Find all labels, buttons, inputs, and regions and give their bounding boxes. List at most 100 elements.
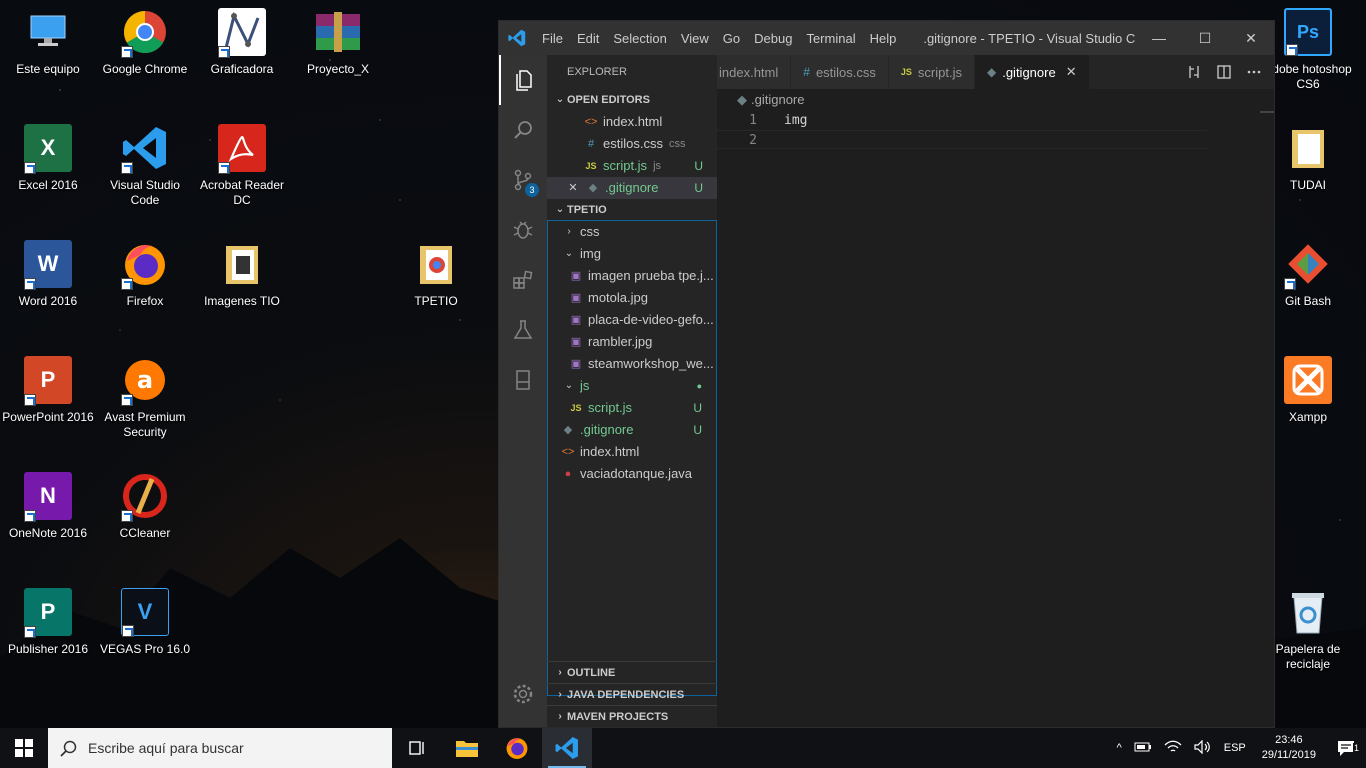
- desktop-icon-powerpoint[interactable]: P PowerPoint 2016: [0, 356, 96, 425]
- code-editor[interactable]: 1 img 2: [717, 111, 1274, 149]
- open-editor-item[interactable]: <> index.html: [547, 111, 717, 133]
- desktop-icon-acrobat[interactable]: Acrobat Reader DC: [194, 124, 290, 208]
- maximize-button[interactable]: ☐: [1182, 21, 1228, 55]
- debug-activity-button[interactable]: [499, 205, 547, 255]
- desktop-icon-proyecto-x[interactable]: Proyecto_X: [290, 8, 386, 77]
- test-activity-button[interactable]: [499, 305, 547, 355]
- battery-icon[interactable]: [1128, 741, 1158, 756]
- css-file-icon: #: [803, 65, 810, 79]
- bug-icon: [513, 221, 533, 239]
- remote-explorer-icon: [516, 370, 530, 390]
- git-status-badge: U: [693, 423, 702, 437]
- desktop-icon-onenote[interactable]: N OneNote 2016: [0, 472, 96, 541]
- clock-date: 29/11/2019: [1261, 749, 1316, 761]
- open-editors-header[interactable]: ⌄ OPEN EDITORS: [547, 89, 717, 111]
- source-control-activity-button[interactable]: 3: [499, 155, 547, 205]
- start-button[interactable]: [0, 728, 48, 768]
- tree-file[interactable]: <> index.html: [548, 441, 716, 463]
- tree-folder-img[interactable]: ⌄ img: [548, 243, 716, 265]
- breadcrumb[interactable]: ◆ .gitignore: [717, 89, 1274, 111]
- desktop-icon-avast[interactable]: a Avast Premium Security: [97, 356, 193, 440]
- tree-folder-js[interactable]: ⌄ js ●: [548, 375, 716, 397]
- open-editor-item-active[interactable]: ✕ ◆ .gitignore U: [547, 177, 717, 199]
- menu-view[interactable]: View: [674, 31, 716, 46]
- vscode-taskbar-button[interactable]: [542, 728, 592, 768]
- vscode-window[interactable]: File Edit Selection View Go Debug Termin…: [498, 20, 1275, 728]
- compare-changes-icon[interactable]: [1186, 64, 1202, 80]
- tree-file[interactable]: ◆ .gitignore U: [548, 419, 716, 441]
- shortcut-arrow-icon: [1286, 44, 1298, 56]
- search-activity-button[interactable]: [499, 105, 547, 155]
- desktop-icon-label: TPETIO: [414, 294, 458, 308]
- tree-folder-css[interactable]: › css: [548, 221, 716, 243]
- menu-debug[interactable]: Debug: [747, 31, 799, 46]
- open-editor-item[interactable]: JS script.js js U: [547, 155, 717, 177]
- desktop-icon-este-equipo[interactable]: Este equipo: [0, 8, 96, 77]
- menu-terminal[interactable]: Terminal: [799, 31, 862, 46]
- shortcut-arrow-icon: [24, 510, 36, 522]
- java-dependencies-section-header[interactable]: › JAVA DEPENDENCIES: [547, 683, 717, 705]
- tree-file[interactable]: ▣ placa-de-video-gefo...: [548, 309, 716, 331]
- file-explorer-taskbar-button[interactable]: [442, 728, 492, 768]
- more-actions-icon[interactable]: [1246, 64, 1262, 80]
- menu-edit[interactable]: Edit: [570, 31, 606, 46]
- wifi-icon[interactable]: [1158, 740, 1188, 757]
- tree-file[interactable]: ▣ rambler.jpg: [548, 331, 716, 353]
- desktop-icon-label: Excel 2016: [18, 178, 78, 192]
- volume-icon[interactable]: [1188, 739, 1218, 757]
- remote-activity-button[interactable]: [499, 355, 547, 405]
- git-bash-icon: [1284, 240, 1332, 290]
- desktop-icon-word[interactable]: W Word 2016: [0, 240, 96, 309]
- desktop-icon-ccleaner[interactable]: CCleaner: [97, 472, 193, 541]
- close-button[interactable]: ✕: [1228, 21, 1274, 55]
- menu-selection[interactable]: Selection: [606, 31, 673, 46]
- close-tab-icon[interactable]: ✕: [1066, 64, 1077, 80]
- desktop-icon-google-chrome[interactable]: Google Chrome: [97, 8, 193, 77]
- tree-file[interactable]: JS script.js U: [548, 397, 716, 419]
- tab-script-js[interactable]: JS script.js: [888, 55, 975, 89]
- desktop-icon-imagenes-tio[interactable]: Imagenes TIO: [194, 240, 290, 309]
- desktop-icon-graficadora[interactable]: Graficadora: [194, 8, 290, 77]
- avast-icon: a: [121, 356, 169, 406]
- tab-gitignore[interactable]: ◆ .gitignore ✕: [974, 55, 1090, 89]
- split-editor-icon[interactable]: [1216, 64, 1232, 80]
- project-header[interactable]: ⌄ TPETIO: [547, 199, 717, 221]
- settings-activity-button[interactable]: [499, 669, 547, 719]
- image-file-icon: ▣: [570, 358, 582, 370]
- menu-go[interactable]: Go: [716, 31, 747, 46]
- menu-help[interactable]: Help: [863, 31, 904, 46]
- firefox-taskbar-button[interactable]: [492, 728, 542, 768]
- show-hidden-icons-button[interactable]: ^: [1111, 742, 1128, 754]
- desktop-icon-firefox[interactable]: Firefox: [97, 240, 193, 309]
- clock[interactable]: 23:46 29/11/2019: [1252, 733, 1326, 763]
- tab-estilos-css[interactable]: # estilos.css: [791, 55, 889, 89]
- title-bar[interactable]: File Edit Selection View Go Debug Termin…: [499, 21, 1274, 55]
- tree-file[interactable]: ▣ imagen prueba tpe.j...: [548, 265, 716, 287]
- maven-projects-section-header[interactable]: › MAVEN PROJECTS: [547, 705, 717, 727]
- tab-index-html[interactable]: index.html: [717, 55, 792, 89]
- explorer-activity-button[interactable]: [499, 55, 547, 105]
- task-view-button[interactable]: [392, 728, 442, 768]
- close-icon[interactable]: ✕: [565, 177, 581, 199]
- minimize-button[interactable]: —: [1136, 21, 1182, 55]
- editor-area: index.html # estilos.css JS script.js ◆ …: [717, 55, 1274, 727]
- desktop-icon-label: Google Chrome: [102, 62, 188, 76]
- extensions-activity-button[interactable]: [499, 255, 547, 305]
- overview-ruler[interactable]: [1260, 111, 1274, 113]
- input-language-indicator[interactable]: ESP: [1218, 742, 1252, 754]
- desktop-icon-tpetio[interactable]: TPETIO: [388, 240, 484, 309]
- action-center-button[interactable]: 1: [1326, 739, 1366, 757]
- menu-file[interactable]: File: [535, 31, 570, 46]
- desktop-icon-excel[interactable]: X Excel 2016: [0, 124, 96, 193]
- desktop-icon-vegas[interactable]: V VEGAS Pro 16.0: [97, 588, 193, 657]
- tree-file[interactable]: ▣ motola.jpg: [548, 287, 716, 309]
- desktop-icon-publisher[interactable]: P Publisher 2016: [0, 588, 96, 657]
- open-editor-item[interactable]: # estilos.css css: [547, 133, 717, 155]
- tree-file[interactable]: ● vaciadotanque.java: [548, 463, 716, 485]
- extensions-icon: [513, 270, 533, 289]
- desktop-icon-vscode[interactable]: Visual Studio Code: [97, 124, 193, 208]
- taskbar-search-box[interactable]: Escribe aquí para buscar: [48, 728, 392, 768]
- outline-section-header[interactable]: › OUTLINE: [547, 661, 717, 683]
- desktop-icon-label: Imagenes TIO: [204, 294, 280, 308]
- tree-file[interactable]: ▣ steamworkshop_we...: [548, 353, 716, 375]
